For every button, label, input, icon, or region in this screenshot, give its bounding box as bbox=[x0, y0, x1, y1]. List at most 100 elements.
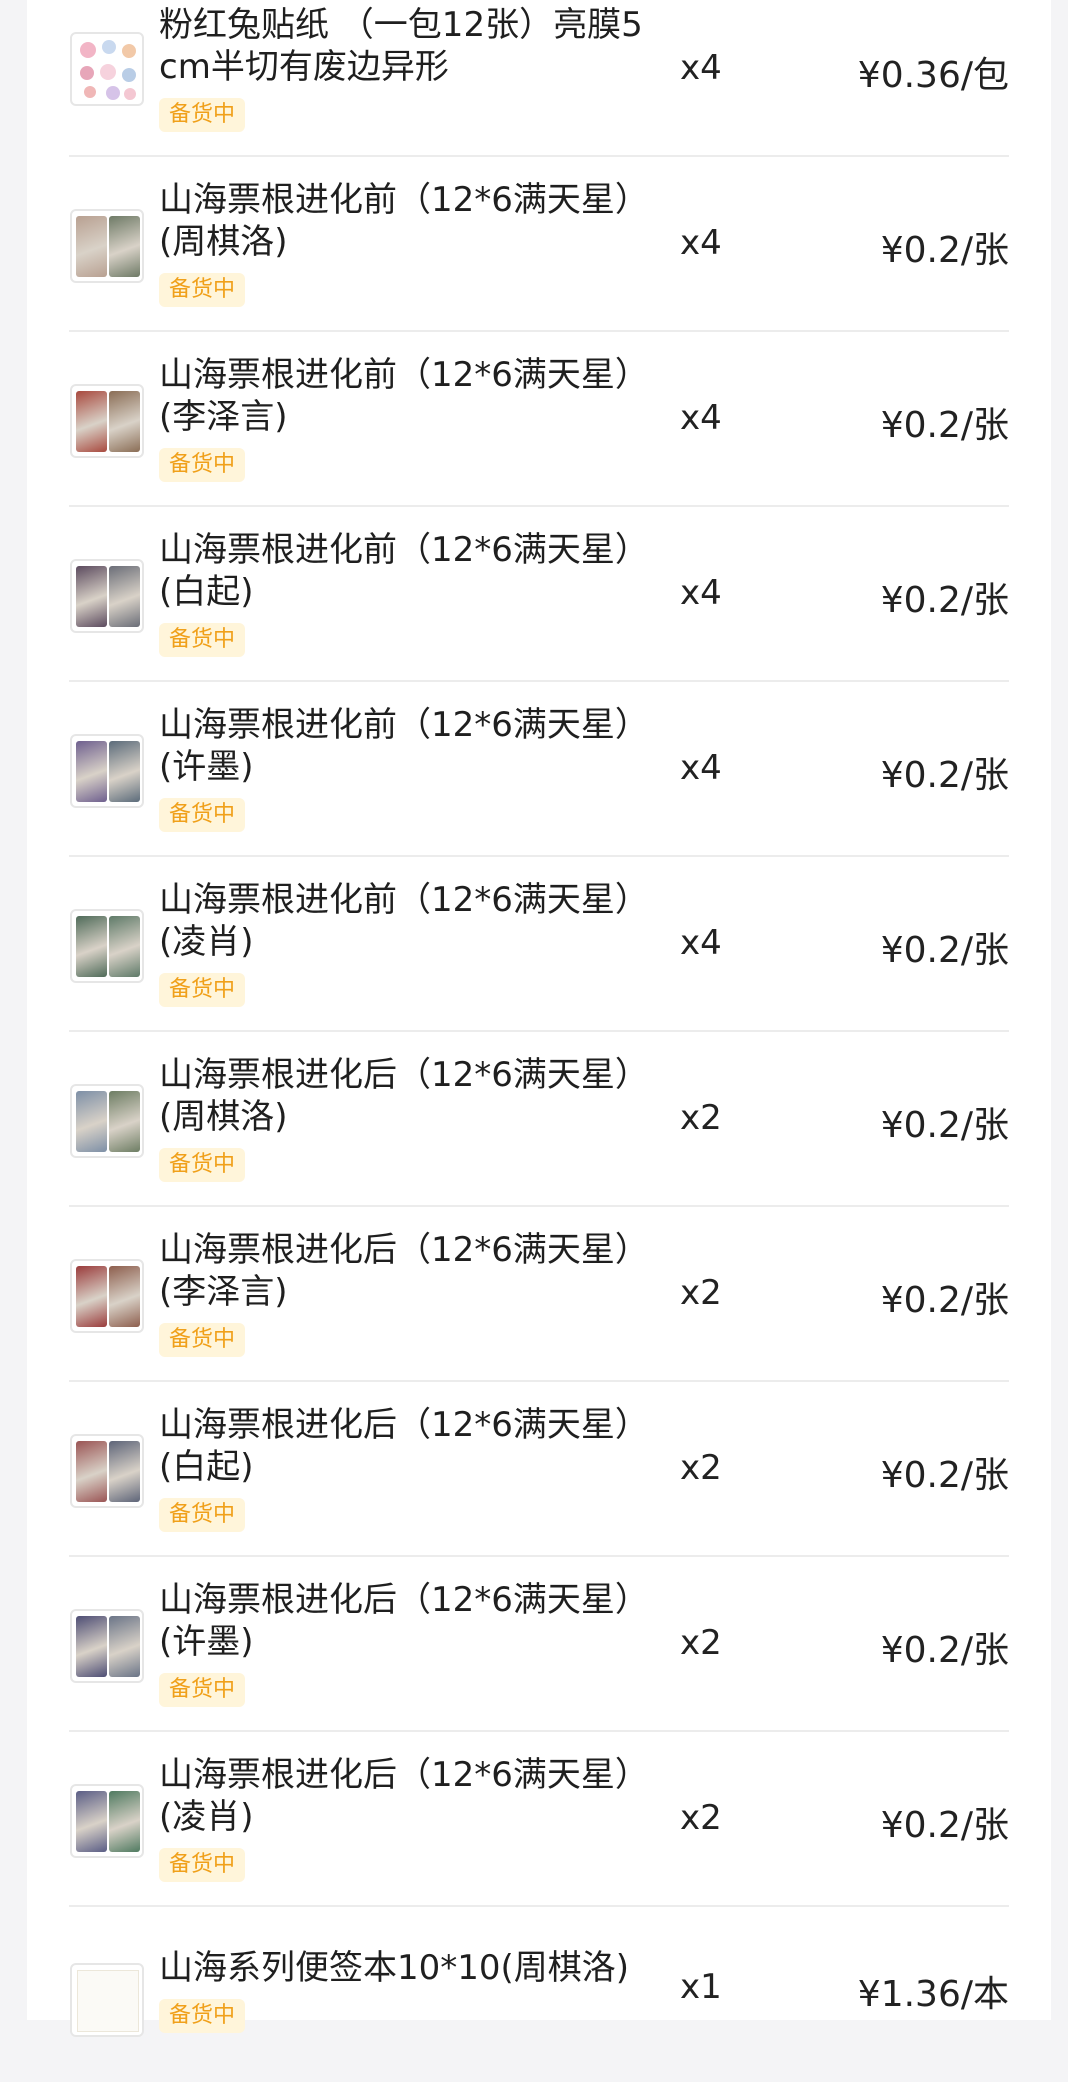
quantity-label: x2 bbox=[680, 1798, 722, 1838]
ticket-art-left bbox=[76, 1791, 107, 1852]
sticker-art bbox=[80, 42, 96, 58]
quantity-label: x1 bbox=[680, 1967, 722, 2007]
quantity-label: x2 bbox=[680, 1098, 722, 1138]
quantity-label: x4 bbox=[680, 48, 722, 88]
order-item-row[interactable]: 山海票根进化前（12*6满天星）(周棋洛) 备货中 x4 ¥0.2/张 bbox=[69, 157, 1009, 332]
ticket-art-right bbox=[109, 1791, 140, 1852]
sticker-art bbox=[102, 40, 116, 54]
product-thumbnail[interactable] bbox=[70, 32, 144, 106]
product-thumbnail[interactable] bbox=[70, 1963, 144, 2037]
status-badge: 备货中 bbox=[159, 1673, 246, 1707]
product-title[interactable]: 山海票根进化前（12*6满天星）(白起) bbox=[159, 529, 659, 613]
unit-price: ¥0.2/张 bbox=[880, 230, 1009, 271]
product-thumbnail[interactable] bbox=[70, 734, 144, 808]
product-title[interactable]: 山海票根进化后（12*6满天星）(凌肖) bbox=[159, 1754, 659, 1838]
order-item-row[interactable]: 山海票根进化后（12*6满天星）(李泽言) 备货中 x2 ¥0.2/张 bbox=[69, 1207, 1009, 1382]
ticket-art-right bbox=[109, 391, 140, 452]
product-title[interactable]: 山海票根进化后（12*6满天星）(白起) bbox=[159, 1404, 659, 1488]
ticket-art-left bbox=[76, 1091, 107, 1152]
quantity-label: x4 bbox=[680, 923, 722, 963]
order-item-row[interactable]: 山海票根进化前（12*6满天星）(许墨) 备货中 x4 ¥0.2/张 bbox=[69, 682, 1009, 857]
sticker-art bbox=[124, 88, 136, 100]
sticker-art bbox=[80, 66, 94, 80]
ticket-art-left bbox=[76, 566, 107, 627]
ticket-art-right bbox=[109, 1266, 140, 1327]
order-item-row[interactable]: 山海票根进化前（12*6满天星）(白起) 备货中 x4 ¥0.2/张 bbox=[69, 507, 1009, 682]
ticket-art-right bbox=[109, 1616, 140, 1677]
quantity-label: x4 bbox=[680, 748, 722, 788]
ticket-art-right bbox=[109, 566, 140, 627]
product-title[interactable]: 山海票根进化后（12*6满天星）(周棋洛) bbox=[159, 1054, 659, 1138]
order-item-row[interactable]: 山海票根进化前（12*6满天星）(凌肖) 备货中 x4 ¥0.2/张 bbox=[69, 857, 1009, 1032]
status-badge: 备货中 bbox=[159, 448, 246, 482]
ticket-art-left bbox=[76, 391, 107, 452]
product-thumbnail[interactable] bbox=[70, 1609, 144, 1683]
order-item-row[interactable]: 山海票根进化后（12*6满天星）(凌肖) 备货中 x2 ¥0.2/张 bbox=[69, 1732, 1009, 1907]
status-badge: 备货中 bbox=[159, 973, 246, 1007]
order-item-row[interactable]: 山海系列便签本10*10(周棋洛) 备货中 x1 ¥1.36/本 bbox=[69, 1907, 1009, 2082]
quantity-label: x2 bbox=[680, 1273, 722, 1313]
order-item-row[interactable]: 粉红兔贴纸 （一包12张）亮膜5cm半切有废边异形备货中 x4 ¥0.36/包 bbox=[69, 0, 1009, 157]
ticket-art-left bbox=[76, 216, 107, 277]
status-badge: 备货中 bbox=[159, 98, 246, 132]
unit-price: ¥0.2/张 bbox=[880, 1630, 1009, 1671]
product-thumbnail[interactable] bbox=[70, 209, 144, 283]
ticket-art-right bbox=[109, 1091, 140, 1152]
product-title[interactable]: 山海票根进化前（12*6满天星）(周棋洛) bbox=[159, 179, 659, 263]
product-thumbnail[interactable] bbox=[70, 1259, 144, 1333]
status-badge: 备货中 bbox=[159, 1148, 246, 1182]
quantity-label: x4 bbox=[680, 398, 722, 438]
ticket-art-left bbox=[76, 1441, 107, 1502]
product-thumbnail[interactable] bbox=[70, 909, 144, 983]
unit-price: ¥0.36/包 bbox=[857, 55, 1009, 96]
unit-price: ¥0.2/张 bbox=[880, 755, 1009, 796]
sticker-art bbox=[122, 44, 136, 58]
unit-price: ¥0.2/张 bbox=[880, 930, 1009, 971]
product-title[interactable]: 粉红兔贴纸 （一包12张）亮膜5cm半切有废边异形 bbox=[159, 4, 659, 88]
product-title[interactable]: 山海票根进化前（12*6满天星）(李泽言) bbox=[159, 354, 659, 438]
status-badge: 备货中 bbox=[159, 1323, 246, 1357]
sticker-art bbox=[122, 68, 136, 82]
unit-price: ¥0.2/张 bbox=[880, 580, 1009, 621]
quantity-label: x2 bbox=[680, 1623, 722, 1663]
order-item-row[interactable]: 山海票根进化前（12*6满天星）(李泽言) 备货中 x4 ¥0.2/张 bbox=[69, 332, 1009, 507]
status-badge: 备货中 bbox=[159, 1999, 246, 2033]
ticket-art-right bbox=[109, 741, 140, 802]
sticker-art bbox=[100, 64, 116, 80]
notebook-art bbox=[77, 1970, 139, 2032]
product-thumbnail[interactable] bbox=[70, 1084, 144, 1158]
product-thumbnail[interactable] bbox=[70, 1434, 144, 1508]
quantity-label: x4 bbox=[680, 573, 722, 613]
ticket-art-left bbox=[76, 916, 107, 977]
unit-price: ¥0.2/张 bbox=[880, 1105, 1009, 1146]
quantity-label: x4 bbox=[680, 223, 722, 263]
status-badge: 备货中 bbox=[159, 798, 246, 832]
product-title[interactable]: 山海票根进化后（12*6满天星）(许墨) bbox=[159, 1579, 659, 1663]
product-thumbnail[interactable] bbox=[70, 384, 144, 458]
product-title[interactable]: 山海票根进化前（12*6满天星）(许墨) bbox=[159, 704, 659, 788]
product-thumbnail[interactable] bbox=[70, 559, 144, 633]
unit-price: ¥0.2/张 bbox=[880, 1805, 1009, 1846]
product-thumbnail[interactable] bbox=[70, 1784, 144, 1858]
ticket-art-left bbox=[76, 1616, 107, 1677]
product-title[interactable]: 山海票根进化前（12*6满天星）(凌肖) bbox=[159, 879, 659, 963]
ticket-art-left bbox=[76, 1266, 107, 1327]
product-title[interactable]: 山海票根进化后（12*6满天星）(李泽言) bbox=[159, 1229, 659, 1313]
status-badge: 备货中 bbox=[159, 1498, 246, 1532]
ticket-art-right bbox=[109, 216, 140, 277]
order-item-row[interactable]: 山海票根进化后（12*6满天星）(白起) 备货中 x2 ¥0.2/张 bbox=[69, 1382, 1009, 1557]
sticker-art bbox=[106, 86, 120, 100]
order-item-row[interactable]: 山海票根进化后（12*6满天星）(周棋洛) 备货中 x2 ¥0.2/张 bbox=[69, 1032, 1009, 1207]
ticket-art-right bbox=[109, 1441, 140, 1502]
order-items-card: 粉红兔贴纸 （一包12张）亮膜5cm半切有废边异形备货中 x4 ¥0.36/包山海票… bbox=[27, 0, 1051, 2037]
unit-price: ¥1.36/本 bbox=[857, 1974, 1009, 2015]
sticker-art bbox=[84, 86, 96, 98]
status-badge: 备货中 bbox=[159, 623, 246, 657]
quantity-label: x2 bbox=[680, 1448, 722, 1488]
status-badge: 备货中 bbox=[159, 273, 246, 307]
product-title[interactable]: 山海系列便签本10*10(周棋洛) bbox=[159, 1947, 659, 1989]
order-item-row[interactable]: 山海票根进化后（12*6满天星）(许墨) 备货中 x2 ¥0.2/张 bbox=[69, 1557, 1009, 1732]
status-badge: 备货中 bbox=[159, 1848, 246, 1882]
unit-price: ¥0.2/张 bbox=[880, 1455, 1009, 1496]
unit-price: ¥0.2/张 bbox=[880, 1280, 1009, 1321]
